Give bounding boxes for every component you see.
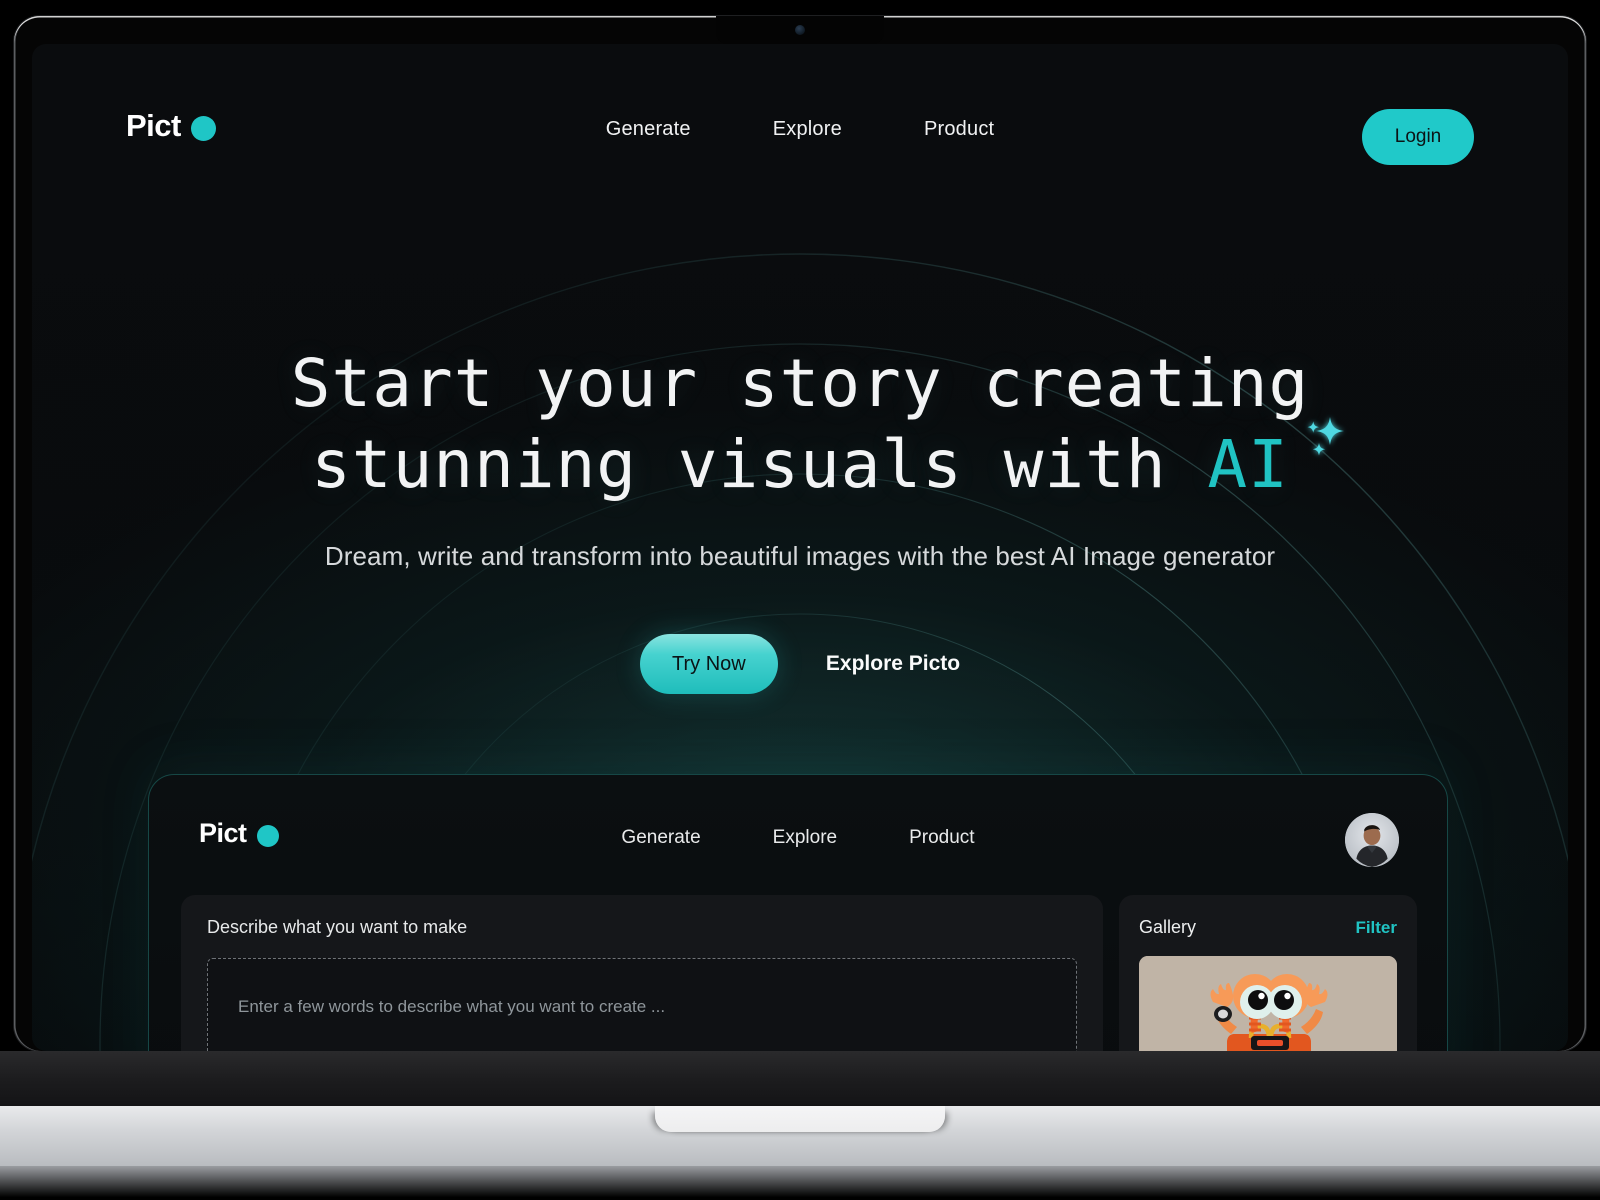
gallery-filter-button[interactable]: Filter: [1355, 918, 1397, 938]
gallery-card: Gallery Filter: [1119, 895, 1417, 1051]
nav-links: Generate Explore Product: [606, 118, 995, 141]
explore-picto-link[interactable]: Explore Picto: [826, 652, 960, 676]
laptop-notch: [716, 16, 884, 44]
hero-section: Start your story creating stunning visua…: [32, 344, 1568, 695]
app-nav-links: Generate Explore Product: [621, 827, 974, 849]
app-brand-name: Pict: [199, 818, 247, 848]
app-brand-logo[interactable]: Pict: [199, 818, 279, 849]
app-nav-link-generate[interactable]: Generate: [621, 827, 700, 849]
page-title: Start your story creating stunning visua…: [32, 344, 1568, 505]
hero-cta-group: Try Now Explore Picto: [32, 634, 1568, 695]
nav-link-explore[interactable]: Explore: [773, 118, 842, 141]
app-navigation-bar: Pict Generate Explore Product: [149, 775, 1447, 895]
laptop-base: [0, 1051, 1600, 1106]
try-now-button[interactable]: Try Now: [639, 634, 778, 695]
circle-dot-icon: [190, 115, 216, 141]
prompt-input[interactable]: [207, 958, 1077, 1051]
top-navigation-bar: Pict Generate Explore Product Login: [32, 94, 1568, 184]
app-nav-link-product[interactable]: Product: [909, 827, 974, 849]
gallery-title: Gallery: [1139, 917, 1197, 937]
laptop-frame: Pict Generate Explore Product Login Star…: [14, 16, 1586, 1051]
avatar[interactable]: [1345, 813, 1399, 867]
screen: Pict Generate Explore Product Login Star…: [32, 44, 1568, 1051]
nav-link-generate[interactable]: Generate: [606, 118, 691, 141]
hero-title-line-2: stunning visuals with AI: [32, 416, 1568, 506]
brand-name: Pict: [126, 108, 181, 143]
laptop-base-shadow: [0, 1166, 1600, 1200]
camera-icon: [795, 25, 805, 35]
app-preview-panel: Pict Generate Explore Product Describe w…: [148, 774, 1448, 1051]
gallery-thumbnail[interactable]: [1139, 956, 1397, 1051]
prompt-label: Describe what you want to make: [207, 917, 468, 937]
gallery-header: Gallery Filter: [1139, 917, 1397, 938]
hero-title-ai: AI: [1207, 425, 1289, 503]
app-body: Describe what you want to make Gallery F…: [149, 895, 1447, 1051]
hero-title-line-2-text: stunning visuals with: [311, 425, 1208, 503]
login-button[interactable]: Login: [1362, 109, 1474, 165]
circle-dot-icon: [256, 824, 279, 847]
laptop-base-notch: [655, 1106, 945, 1132]
nav-link-product[interactable]: Product: [924, 118, 994, 141]
brand-logo[interactable]: Pict: [126, 108, 216, 144]
hero-subtitle: Dream, write and transform into beautifu…: [324, 541, 1276, 572]
app-nav-link-explore[interactable]: Explore: [773, 827, 837, 849]
prompt-card: Describe what you want to make: [181, 895, 1103, 1051]
sparkles-icon: [1293, 403, 1349, 459]
